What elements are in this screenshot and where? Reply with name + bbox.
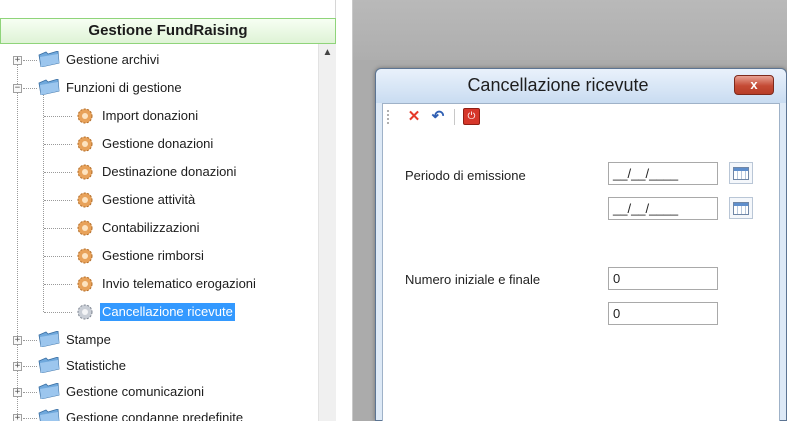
tree-item-label: Stampe (66, 332, 111, 347)
folder-icon (38, 51, 60, 67)
tree-item-statistiche[interactable]: + Statistiche (0, 354, 318, 378)
tree-connector (44, 312, 72, 313)
tree-item-cancellazione-ricevute[interactable]: Cancellazione ricevute (0, 300, 318, 324)
tree-item-gestione-donazioni[interactable]: Gestione donazioni (0, 132, 318, 156)
gear-icon (77, 276, 93, 292)
dialog-titlebar[interactable]: Cancellazione ricevute x (376, 69, 786, 103)
tree-connector (44, 144, 72, 145)
tree-item-import-donazioni[interactable]: Import donazioni (0, 104, 318, 128)
calendar-icon (733, 167, 749, 180)
tree-item-gestione-archivi[interactable]: + Gestione archivi (0, 48, 318, 72)
calendar-icon (733, 202, 749, 215)
gear-icon (77, 192, 93, 208)
folder-open-icon (38, 79, 60, 95)
tree-connector (23, 392, 37, 393)
tree-connector (23, 88, 37, 89)
tree-item-label: Funzioni di gestione (66, 80, 182, 95)
tree-connector (44, 172, 72, 173)
tree-item-gestione-attivita[interactable]: Gestione attività (0, 188, 318, 212)
tree-item-funzioni-di-gestione[interactable]: − Funzioni di gestione (0, 76, 318, 100)
tree-connector (23, 340, 37, 341)
tree-item-label: Statistiche (66, 358, 126, 373)
numero-iniziale-finale-label: Numero iniziale e finale (405, 272, 541, 287)
tree-item-label: Gestione rimborsi (102, 248, 204, 263)
workspace-divider (337, 0, 353, 421)
tree-connector (44, 200, 72, 201)
tree-item-label: Import donazioni (102, 108, 199, 123)
tree-item-label-selected: Cancellazione ricevute (100, 303, 235, 321)
expand-icon[interactable]: + (13, 414, 22, 421)
tree-item-stampe[interactable]: + Stampe (0, 328, 318, 352)
tree-item-label: Invio telematico erogazioni (102, 276, 256, 291)
tree-scrollbar[interactable]: ▲ (318, 44, 336, 421)
workspace-top-band (353, 0, 787, 60)
collapse-icon[interactable]: − (13, 84, 22, 93)
navigation-panel: Gestione FundRaising + Gestione archivi … (0, 0, 336, 421)
tree-item-label: Gestione donazioni (102, 136, 214, 151)
nav-header: Gestione FundRaising (0, 18, 336, 44)
dialog-content: ✕ ↶ ⏻ Periodo di emissione __/__/____ __… (382, 103, 780, 421)
tree-item-gestione-comunicazioni[interactable]: + Gestione comunicazioni (0, 380, 318, 404)
tree-connector (44, 256, 72, 257)
tree-item-gestione-condanne-predefinite[interactable]: + Gestione condanne predefinite (0, 406, 318, 421)
folder-icon (38, 357, 60, 373)
tree-connector (23, 418, 37, 419)
expand-icon[interactable]: + (13, 56, 22, 65)
tree-connector (23, 60, 37, 61)
dialog-title: Cancellazione ricevute (467, 75, 649, 95)
toolbar-separator (454, 109, 455, 125)
dialog-toolbar: ✕ ↶ ⏻ (383, 104, 779, 130)
gear-icon (77, 220, 93, 236)
folder-icon (38, 383, 60, 399)
expand-icon[interactable]: + (13, 362, 22, 371)
numero-iniziale-field[interactable]: 0 (608, 267, 718, 290)
close-button[interactable]: x (734, 75, 774, 95)
gear-icon (77, 164, 93, 180)
date-to-field[interactable]: __/__/____ (608, 197, 718, 220)
gear-icon (77, 108, 93, 124)
tree-item-invio-telematico-erogazioni[interactable]: Invio telematico erogazioni (0, 272, 318, 296)
exit-icon[interactable]: ⏻ (463, 108, 480, 125)
cancel-icon[interactable]: ✕ (405, 108, 423, 126)
tree-connector (44, 284, 72, 285)
tree-item-label: Gestione comunicazioni (66, 384, 205, 399)
cancellazione-ricevute-dialog: Cancellazione ricevute x ✕ ↶ ⏻ Periodo d… (375, 68, 787, 421)
scroll-up-arrow-icon[interactable]: ▲ (319, 44, 336, 61)
gear-icon (77, 136, 93, 152)
gear-icon (77, 248, 93, 264)
tree-connector (23, 366, 37, 367)
numero-finale-field[interactable]: 0 (608, 302, 718, 325)
toolbar-grip[interactable] (387, 110, 389, 124)
folder-icon (38, 409, 60, 421)
tree-item-label: Gestione archivi (66, 52, 160, 67)
navigation-tree: + Gestione archivi − Funzioni di gestion… (0, 44, 318, 421)
folder-icon (38, 331, 60, 347)
undo-icon[interactable]: ↶ (429, 108, 447, 126)
tree-item-label: Destinazione donazioni (102, 164, 237, 179)
tree-item-label: Gestione condanne predefinite (66, 410, 244, 421)
tree-item-label: Gestione attività (102, 192, 196, 207)
date-from-field[interactable]: __/__/____ (608, 162, 718, 185)
tree-connector (44, 228, 72, 229)
periodo-emissione-label: Periodo di emissione (405, 168, 526, 183)
tree-item-label: Contabilizzazioni (102, 220, 200, 235)
calendar-from-button[interactable] (729, 162, 753, 184)
tree-item-contabilizzazioni[interactable]: Contabilizzazioni (0, 216, 318, 240)
gear-icon (77, 304, 93, 320)
tree-connector (44, 116, 72, 117)
tree-item-destinazione-donazioni[interactable]: Destinazione donazioni (0, 160, 318, 184)
tree-item-gestione-rimborsi[interactable]: Gestione rimborsi (0, 244, 318, 268)
calendar-to-button[interactable] (729, 197, 753, 219)
expand-icon[interactable]: + (13, 336, 22, 345)
expand-icon[interactable]: + (13, 388, 22, 397)
